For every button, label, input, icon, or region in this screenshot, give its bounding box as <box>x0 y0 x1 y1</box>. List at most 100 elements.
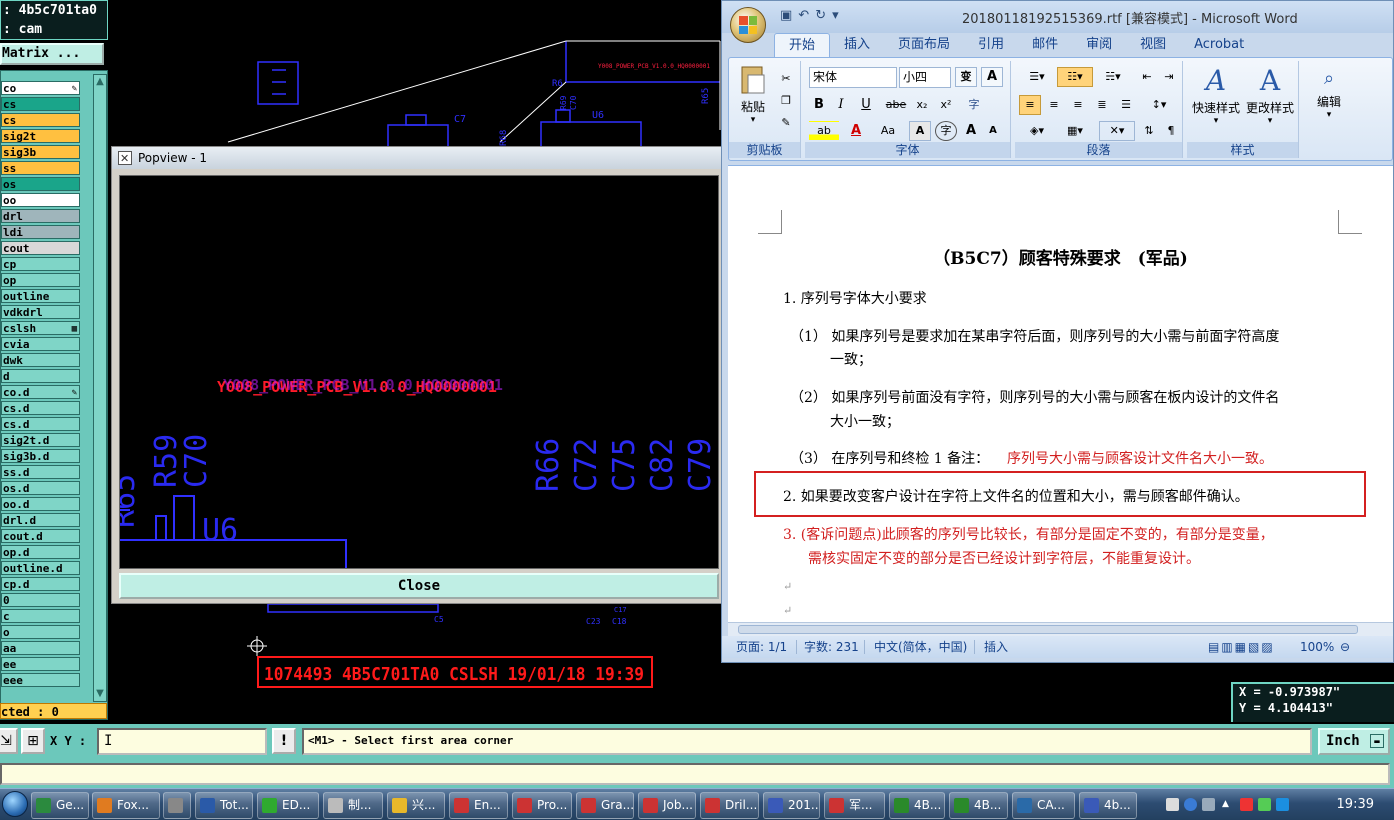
layer-row[interactable]: d <box>1 369 80 383</box>
taskbar-item[interactable] <box>163 792 191 819</box>
layer-row[interactable]: cs.d <box>1 401 80 415</box>
layer-row[interactable]: cout <box>1 241 80 255</box>
layer-list[interactable]: co ✎ cs cs sig2t sig3b ss os oo drl ldi cout cp op out… <box>1 81 80 708</box>
word-titlebar[interactable]: ▣↶↻▾ 20180118192515369.rtf [兼容模式] - Micr… <box>722 1 1393 33</box>
layer-row[interactable]: op <box>1 273 80 287</box>
taskbar-item[interactable]: Ge... <box>31 792 89 819</box>
tray-expand-icon[interactable]: ▲ <box>1222 798 1235 811</box>
shrink-font-button[interactable]: A <box>983 121 1003 141</box>
office-button[interactable] <box>730 7 766 43</box>
taskbar-item[interactable]: 军... <box>824 792 885 819</box>
clock[interactable]: 19:39 <box>1337 789 1374 820</box>
layer-row[interactable]: outline <box>1 289 80 303</box>
layer-row[interactable]: sig2t <box>1 129 80 143</box>
taskbar-item[interactable]: ED... <box>257 792 319 819</box>
popview-titlebar[interactable]: Popview - 1 <box>112 147 722 169</box>
shading-icon[interactable]: ◈▾ <box>1019 121 1055 141</box>
taskbar-item[interactable]: CA... <box>1012 792 1075 819</box>
layer-row[interactable]: ss <box>1 161 80 175</box>
strikethrough-button[interactable]: abe <box>883 95 909 115</box>
layer-row[interactable]: os.d <box>1 481 80 495</box>
grow-font-button[interactable]: A <box>961 121 981 141</box>
show-marks-icon[interactable]: ¶ <box>1161 121 1181 141</box>
change-styles-button[interactable]: A 更改样式 ▾ <box>1243 63 1297 133</box>
layer-row[interactable]: op.d <box>1 545 80 559</box>
layer-row[interactable]: co.d ✎ <box>1 385 80 399</box>
undo-icon[interactable]: ↶ <box>798 8 815 23</box>
change-case-button[interactable]: Aa <box>873 121 903 141</box>
layer-row[interactable]: sig3b <box>1 145 80 159</box>
keyboard-icon[interactable] <box>1166 798 1179 811</box>
taskbar-item[interactable]: Dril... <box>700 792 759 819</box>
taskbar-item[interactable]: Job... <box>638 792 696 819</box>
layer-row[interactable]: cs <box>1 113 80 127</box>
status-word-count[interactable]: 字数: 231 <box>804 636 859 658</box>
layer-row[interactable]: outline.d <box>1 561 80 575</box>
paste-button[interactable]: 粘贴 ▾ <box>733 63 773 127</box>
copy-icon[interactable]: ❐ <box>777 91 795 111</box>
ime-icon[interactable] <box>1276 798 1289 811</box>
multilevel-list-icon[interactable]: ☵▾ <box>1095 67 1131 87</box>
taskbar-item[interactable]: Fox... <box>92 792 160 819</box>
taskbar-item[interactable]: 4B... <box>949 792 1008 819</box>
layer-row[interactable]: eee <box>1 673 80 687</box>
ribbon-tab[interactable]: 开始 <box>774 33 831 57</box>
decrease-indent-icon[interactable]: ⇤ <box>1137 67 1157 87</box>
layer-row[interactable]: cout.d <box>1 529 80 543</box>
ribbon-tab[interactable]: 邮件 <box>1018 33 1072 57</box>
antivirus-icon[interactable] <box>1240 798 1253 811</box>
unit-select-button[interactable]: Inch ▬ <box>1318 728 1390 755</box>
font-name-select[interactable]: 宋体 <box>809 67 897 88</box>
ribbon-tab[interactable]: 插入 <box>830 33 884 57</box>
char-shading-button[interactable]: A <box>909 121 931 141</box>
ribbon-tab[interactable]: 页面布局 <box>884 33 964 57</box>
align-right-icon[interactable]: ≡ <box>1067 95 1089 115</box>
increase-indent-icon[interactable]: ⇥ <box>1159 67 1179 87</box>
layer-row[interactable]: vdkdrl <box>1 305 80 319</box>
align-center-icon[interactable]: ≡ <box>1043 95 1065 115</box>
popview-canvas[interactable]: Y008_POWER_PCB_V1.0.0_HQ0000001 Y008_POW… <box>119 175 719 569</box>
enclose-char-icon[interactable]: 字 <box>935 121 957 141</box>
ribbon-tab[interactable]: 审阅 <box>1072 33 1126 57</box>
layer-row[interactable]: oo.d <box>1 497 80 511</box>
layer-row[interactable]: aa <box>1 641 80 655</box>
format-painter-icon[interactable]: ✎ <box>777 113 795 133</box>
layer-row[interactable]: cp.d <box>1 577 80 591</box>
layer-row[interactable]: cslsh ▦ <box>1 321 80 335</box>
ribbon-tab[interactable]: 引用 <box>964 33 1018 57</box>
layer-row[interactable]: ldi <box>1 225 80 239</box>
view-buttons-icon[interactable]: ▤▥▦▧▨ <box>1208 636 1275 658</box>
borders-icon[interactable]: ▦▾ <box>1057 121 1093 141</box>
taskbar-item[interactable]: 制... <box>323 792 383 819</box>
qat-dropdown-icon[interactable]: ▾ <box>832 8 845 23</box>
layer-list-scrollbar[interactable]: ▲ ▼ <box>93 74 107 702</box>
layer-row[interactable]: cs <box>1 97 80 111</box>
document-page[interactable]: （B5C7）顾客特殊要求 (军品) 1. 序列号字体大小要求 （1） 如果序列号… <box>728 166 1393 622</box>
align-left-icon[interactable]: ≡ <box>1019 95 1041 115</box>
taskbar-item[interactable]: 201... <box>763 792 820 819</box>
layer-row[interactable]: oo <box>1 193 80 207</box>
taskbar-item[interactable]: Gra... <box>576 792 634 819</box>
popview-close-button[interactable]: Close <box>119 573 719 599</box>
layer-row[interactable]: o <box>1 625 80 639</box>
layer-row[interactable]: drl.d <box>1 513 80 527</box>
layer-row[interactable]: cp <box>1 257 80 271</box>
bullets-icon[interactable]: ☰▾ <box>1019 67 1055 87</box>
distributed-icon[interactable]: ☰ <box>1115 95 1137 115</box>
taskbar-item[interactable]: 4B... <box>889 792 945 819</box>
network-icon[interactable] <box>1258 798 1271 811</box>
measure-tool-icon[interactable]: ⇲ <box>0 728 18 754</box>
ribbon-tab[interactable]: Acrobat <box>1180 33 1258 57</box>
scroll-up-arrow-icon[interactable]: ▲ <box>94 75 106 89</box>
document-horizontal-scrollbar[interactable] <box>728 622 1393 636</box>
layer-row[interactable]: c <box>1 609 80 623</box>
start-button[interactable] <box>2 791 28 817</box>
layer-row[interactable]: sig2t.d <box>1 433 80 447</box>
line-spacing-icon[interactable]: ↕▾ <box>1141 95 1177 115</box>
help-icon[interactable] <box>1184 798 1197 811</box>
taskbar-item[interactable]: Tot... <box>195 792 253 819</box>
status-insert-mode[interactable]: 插入 <box>984 636 1008 658</box>
layer-row[interactable]: drl <box>1 209 80 223</box>
italic-button[interactable]: I <box>831 95 851 115</box>
layer-row[interactable]: cs.d <box>1 417 80 431</box>
